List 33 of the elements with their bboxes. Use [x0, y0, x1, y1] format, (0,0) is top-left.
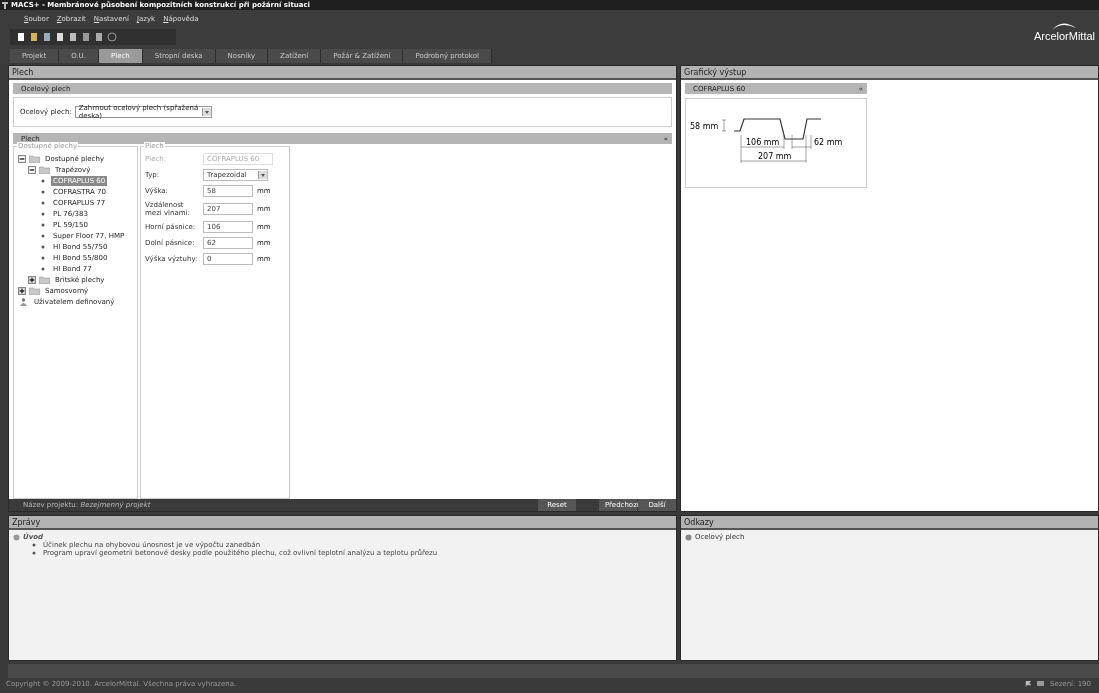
profile-drawing: 58 mm 106 mm 62 mm 207 mm — [686, 99, 866, 187]
collapse-icon[interactable] — [28, 165, 36, 174]
dropdown-arrow-icon — [261, 173, 265, 177]
bullet-icon — [32, 551, 36, 555]
bullet-icon — [41, 233, 45, 238]
help-icon — [685, 533, 692, 541]
collapse-icon[interactable] — [18, 154, 26, 163]
folder-icon — [29, 286, 40, 295]
panel-header: Odkazy — [681, 516, 1098, 530]
bullet-icon — [32, 543, 36, 547]
bullet-icon — [41, 222, 45, 227]
bullet-icon — [41, 255, 45, 260]
expand-icon[interactable] — [28, 275, 36, 284]
panel-header: Plech — [9, 66, 676, 80]
panel-header: Zprávy — [9, 516, 676, 530]
info-icon — [13, 533, 20, 541]
bullet-icon — [41, 189, 45, 194]
logo: ArcelorMittal — [1033, 30, 1095, 42]
bullet-icon — [41, 200, 45, 205]
dropdown-arrow-icon — [204, 110, 209, 114]
bullet-icon — [41, 178, 45, 183]
folder-icon — [29, 154, 40, 163]
bullet-icon — [41, 244, 45, 249]
person-icon — [18, 297, 29, 306]
panel-header: Grafický výstup — [681, 66, 1098, 80]
monitor-icon — [1036, 681, 1044, 687]
folder-icon — [39, 275, 50, 284]
app-icon — [2, 1, 8, 9]
expand-icon[interactable] — [18, 286, 26, 295]
bullet-icon — [41, 266, 45, 271]
folder-icon — [39, 165, 50, 174]
bullet-icon — [41, 211, 45, 216]
flag-icon — [1024, 681, 1031, 687]
